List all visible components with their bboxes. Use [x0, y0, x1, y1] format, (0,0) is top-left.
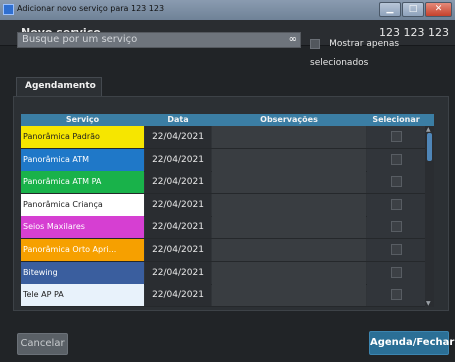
maximize-button[interactable]: □: [402, 2, 424, 17]
observations-cell[interactable]: [212, 193, 366, 216]
observations-cell[interactable]: [212, 148, 366, 171]
table-row[interactable]: Bitewing 22/04/2021: [21, 261, 425, 285]
service-name-cell: Seios Maxilares: [21, 216, 144, 239]
select-cell: [367, 126, 425, 148]
show-selected-toggle[interactable]: Mostrar apenas selecionados: [310, 33, 455, 71]
column-header-select[interactable]: Selecionar: [367, 114, 425, 126]
service-name-cell: Panorâmica Criança: [21, 193, 144, 216]
select-checkbox[interactable]: [391, 198, 402, 210]
table-row[interactable]: Panorâmica Orto Apri... 22/04/2021: [21, 239, 425, 262]
window-titlebar[interactable]: Adicionar novo serviço para 123 123 ▁ □ …: [0, 0, 455, 21]
column-header-observations[interactable]: Observações: [212, 114, 366, 126]
select-cell: [367, 148, 425, 171]
table-row[interactable]: Seios Maxilares 22/04/2021: [21, 216, 425, 240]
observations-cell[interactable]: [212, 216, 366, 239]
observations-cell[interactable]: [212, 284, 366, 307]
observations-cell[interactable]: [212, 126, 366, 148]
table-row[interactable]: Tele AP PA 22/04/2021: [21, 284, 425, 307]
select-cell: [367, 216, 425, 239]
date-cell: 22/04/2021: [145, 148, 211, 171]
minimize-button[interactable]: ▁: [379, 2, 401, 17]
service-name-cell: Panorâmica Orto Apri...: [21, 239, 144, 261]
table-row[interactable]: Panorâmica ATM 22/04/2021: [21, 148, 425, 172]
window-title: Adicionar novo serviço para 123 123: [17, 4, 165, 13]
column-header-service[interactable]: Serviço: [21, 114, 144, 126]
close-icon: ✕: [434, 4, 443, 14]
minimize-icon: ▁: [386, 4, 394, 14]
column-header-date[interactable]: Data: [145, 114, 211, 126]
select-checkbox[interactable]: [391, 131, 402, 142]
table-row[interactable]: Panorâmica ATM PA 22/04/2021: [21, 171, 425, 195]
show-selected-label: Mostrar apenas selecionados: [310, 38, 400, 68]
scroll-up-icon[interactable]: ▲: [426, 126, 431, 133]
select-checkbox[interactable]: [391, 176, 402, 188]
scroll-down-icon[interactable]: ▼: [426, 300, 431, 307]
select-cell: [367, 239, 425, 261]
service-name-cell: Panorâmica ATM PA: [21, 171, 144, 194]
services-table: Serviço Data Observações Selecionar Pano…: [21, 114, 434, 307]
tab-agendamento[interactable]: Agendamento: [16, 77, 102, 96]
table-row[interactable]: Panorâmica Criança 22/04/2021: [21, 193, 425, 217]
date-cell: 22/04/2021: [145, 239, 211, 261]
search-input[interactable]: Busque por um serviço ∞: [17, 32, 301, 48]
date-cell: 22/04/2021: [145, 126, 211, 148]
select-cell: [367, 171, 425, 194]
cancel-button[interactable]: Cancelar: [17, 333, 68, 355]
maximize-icon: □: [408, 4, 418, 14]
app-icon: [3, 4, 14, 15]
date-cell: 22/04/2021: [145, 171, 211, 194]
select-cell: [367, 193, 425, 216]
select-checkbox[interactable]: [391, 221, 402, 233]
select-checkbox[interactable]: [391, 153, 402, 165]
observations-cell[interactable]: [212, 171, 366, 194]
scrollbar-thumb[interactable]: [427, 133, 432, 161]
table-scrollbar[interactable]: ▲ ▼: [425, 126, 434, 307]
service-name-cell: Bitewing: [21, 261, 144, 284]
schedule-close-button[interactable]: Agenda/Fechar: [369, 331, 454, 355]
date-cell: 22/04/2021: [145, 216, 211, 239]
date-cell: 22/04/2021: [145, 284, 211, 307]
select-checkbox[interactable]: [391, 244, 402, 255]
date-cell: 22/04/2021: [145, 193, 211, 216]
date-cell: 22/04/2021: [145, 261, 211, 284]
service-name-cell: Tele AP PA: [21, 284, 144, 307]
observations-cell[interactable]: [212, 239, 366, 261]
select-checkbox[interactable]: [391, 289, 402, 301]
table-row[interactable]: Panorâmica Padrão 22/04/2021: [21, 126, 425, 149]
tab-label: Agendamento: [25, 81, 96, 91]
search-placeholder: Busque por um serviço: [22, 34, 138, 45]
table-header: Serviço Data Observações Selecionar: [21, 114, 434, 126]
close-button[interactable]: ✕: [425, 2, 452, 17]
select-cell: [367, 261, 425, 284]
select-checkbox[interactable]: [391, 266, 402, 278]
show-selected-checkbox[interactable]: [310, 38, 320, 49]
service-name-cell: Panorâmica Padrão: [21, 126, 144, 148]
observations-cell[interactable]: [212, 261, 366, 284]
binoculars-icon[interactable]: ∞: [289, 34, 297, 45]
service-name-cell: Panorâmica ATM: [21, 148, 144, 171]
select-cell: [367, 284, 425, 307]
